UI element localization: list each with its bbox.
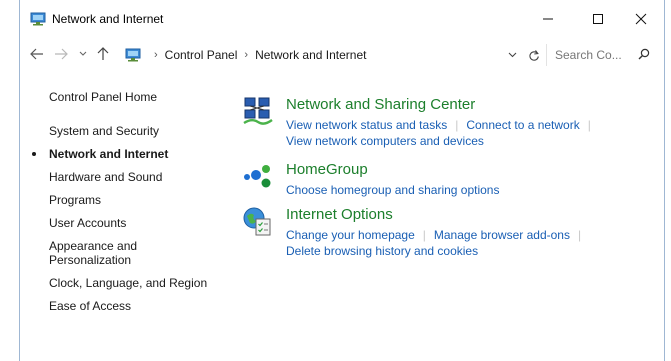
manage-browser-addons-link[interactable]: Manage browser add-ons	[434, 228, 570, 242]
network-and-sharing-center-links: View network status and tasks | Connect to…	[286, 117, 599, 149]
chevron-down-icon	[79, 51, 87, 56]
minimize-icon	[543, 18, 553, 20]
breadcrumb-control-panel[interactable]: Control Panel	[165, 48, 238, 62]
address-bar[interactable]: › Control Panel › Network and Internet	[125, 44, 555, 66]
nav-hardware-and-sound[interactable]: Hardware and Sound	[49, 170, 162, 184]
nav-clock-language-and-region[interactable]: Clock, Language, and Region	[49, 276, 207, 290]
forward-arrow-icon	[55, 48, 68, 60]
search-input[interactable]: Search Co...	[546, 44, 658, 66]
control-panel-window: Network and Internet › Control Panel › N…	[19, 0, 665, 361]
network-and-sharing-center-icon	[242, 96, 274, 128]
navigation-bar: › Control Panel › Network and Internet S…	[20, 39, 664, 69]
view-network-status-link[interactable]: View network status and tasks	[286, 118, 447, 132]
minimize-button[interactable]	[535, 8, 561, 30]
forward-button[interactable]	[52, 45, 70, 63]
refresh-button[interactable]	[526, 46, 542, 64]
connect-to-network-link[interactable]: Connect to a network	[466, 118, 579, 132]
maximize-icon	[593, 14, 603, 24]
internet-options-links: Change your homepage | Manage browser add-…	[286, 227, 589, 259]
homegroup-icon	[242, 161, 274, 193]
nav-user-accounts[interactable]: User Accounts	[49, 216, 126, 230]
recent-locations-button[interactable]	[74, 45, 92, 63]
link-divider: |	[422, 228, 426, 242]
control-panel-home-link[interactable]: Control Panel Home	[49, 90, 157, 104]
up-button[interactable]	[94, 45, 112, 63]
up-arrow-icon	[97, 47, 109, 60]
link-divider: |	[587, 118, 591, 132]
back-arrow-icon	[30, 48, 43, 60]
homegroup-heading[interactable]: HomeGroup	[286, 161, 368, 178]
back-button[interactable]	[28, 45, 46, 63]
choose-homegroup-options-link[interactable]: Choose homegroup and sharing options	[286, 183, 499, 197]
change-homepage-link[interactable]: Change your homepage	[286, 228, 415, 242]
internet-options-heading[interactable]: Internet Options	[286, 206, 393, 223]
nav-programs[interactable]: Programs	[49, 193, 101, 207]
control-panel-icon	[125, 48, 141, 62]
nav-ease-of-access[interactable]: Ease of Access	[49, 299, 131, 313]
close-button[interactable]	[628, 8, 654, 30]
search-placeholder: Search Co...	[555, 48, 622, 62]
homegroup-links: Choose homegroup and sharing options	[286, 182, 499, 198]
network-and-sharing-center-heading[interactable]: Network and Sharing Center	[286, 96, 475, 113]
link-divider: |	[455, 118, 459, 132]
breadcrumb-network-and-internet[interactable]: Network and Internet	[255, 48, 366, 62]
maximize-button[interactable]	[585, 8, 611, 30]
nav-appearance-and-personalization[interactable]: Appearance and	[49, 239, 137, 253]
delete-browsing-history-link[interactable]: Delete browsing history and cookies	[286, 244, 478, 258]
address-dropdown-button[interactable]	[504, 46, 520, 64]
nav-network-and-internet[interactable]: Network and Internet	[49, 147, 168, 161]
control-panel-app-icon	[30, 12, 46, 26]
link-divider: |	[577, 228, 582, 242]
title-bar: Network and Internet	[20, 0, 664, 38]
chevron-down-icon	[508, 52, 516, 58]
breadcrumb-separator-icon: ›	[244, 49, 249, 61]
refresh-icon	[529, 49, 539, 61]
search-icon	[638, 48, 650, 63]
nav-appearance-and-personalization-line2[interactable]: Personalization	[49, 253, 131, 267]
close-icon	[635, 13, 647, 25]
breadcrumb-separator-icon: ›	[154, 49, 158, 61]
nav-system-and-security[interactable]: System and Security	[49, 124, 159, 138]
view-network-computers-link[interactable]: View network computers and devices	[286, 134, 484, 148]
internet-options-icon	[242, 206, 274, 238]
window-title: Network and Internet	[52, 12, 164, 26]
current-section-bullet	[32, 152, 36, 156]
